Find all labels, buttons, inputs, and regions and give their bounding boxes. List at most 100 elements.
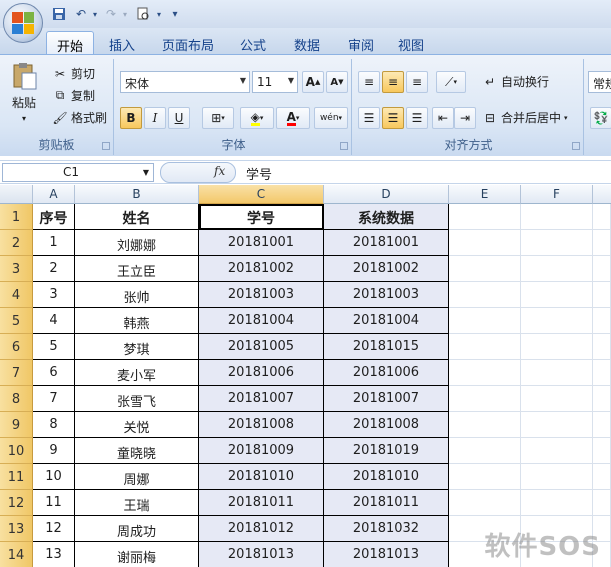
table-cell[interactable]: 20181013 [199,542,324,567]
tab-home[interactable]: 开始 [46,31,94,55]
table-cell[interactable] [593,360,611,386]
table-cell[interactable] [521,360,593,386]
align-left-button[interactable]: ☰ [358,107,380,129]
table-cell[interactable] [449,360,521,386]
increase-indent-button[interactable]: ⇥ [454,107,476,129]
table-cell[interactable]: 梦琪 [75,334,199,360]
column-header-c[interactable]: C [199,185,324,204]
table-cell[interactable] [449,334,521,360]
phonetic-button[interactable]: wén ▾ [314,107,348,129]
office-button[interactable] [3,3,43,43]
name-box[interactable]: C1 ▼ [2,163,154,182]
table-cell[interactable]: 20181002 [199,256,324,282]
table-cell[interactable]: 20181011 [199,490,324,516]
row-header[interactable]: 13 [0,516,33,542]
clipboard-expand-icon[interactable] [102,142,110,150]
table-cell[interactable]: 2 [33,256,75,282]
customize-icon[interactable]: ▾ [166,5,184,23]
save-icon[interactable] [50,5,68,23]
table-cell[interactable] [593,204,611,230]
table-cell[interactable] [521,334,593,360]
table-cell[interactable]: 20181005 [199,334,324,360]
cut-button[interactable]: ✂ 剪切 [52,65,95,82]
table-cell[interactable]: 20181010 [324,464,449,490]
table-cell[interactable]: 20181008 [199,412,324,438]
table-cell[interactable] [521,308,593,334]
font-color-button[interactable]: A ▾ [276,107,310,129]
table-cell[interactable]: 9 [33,438,75,464]
table-cell[interactable] [521,230,593,256]
tab-formulas[interactable]: 公式 [230,31,276,54]
table-cell[interactable] [449,438,521,464]
table-cell[interactable]: 刘娜娜 [75,230,199,256]
table-cell[interactable]: 3 [33,282,75,308]
column-header-a[interactable]: A [33,185,75,204]
table-cell[interactable]: 1 [33,230,75,256]
table-cell[interactable] [593,464,611,490]
table-cell[interactable]: 20181002 [324,256,449,282]
table-cell[interactable] [449,412,521,438]
table-cell[interactable]: 周成功 [75,516,199,542]
format-painter-button[interactable]: 🖌 格式刷 [52,109,107,126]
row-header[interactable]: 3 [0,256,33,282]
tab-insert[interactable]: 插入 [100,31,144,54]
table-cell[interactable]: 7 [33,386,75,412]
table-cell[interactable] [449,386,521,412]
table-cell[interactable] [593,282,611,308]
table-cell[interactable]: 20181008 [324,412,449,438]
table-cell[interactable]: 20181010 [199,464,324,490]
table-cell[interactable]: 王瑞 [75,490,199,516]
tab-page-layout[interactable]: 页面布局 [154,31,222,54]
fill-color-button[interactable]: ◈ ▾ [240,107,274,129]
row-header[interactable]: 5 [0,308,33,334]
border-button[interactable]: ⊞ ▾ [202,107,234,129]
row-header[interactable]: 7 [0,360,33,386]
table-cell[interactable]: 5 [33,334,75,360]
table-cell[interactable]: 20181006 [199,360,324,386]
align-center-button[interactable]: ☰ [382,107,404,129]
align-right-button[interactable]: ☰ [406,107,428,129]
table-cell[interactable] [449,308,521,334]
font-size-select[interactable]: 11 ▼ [252,71,298,93]
table-cell[interactable]: 13 [33,542,75,567]
table-cell[interactable]: 20181012 [199,516,324,542]
table-cell[interactable]: 20181004 [324,308,449,334]
table-cell[interactable]: 8 [33,412,75,438]
table-cell[interactable]: 12 [33,516,75,542]
table-cell[interactable] [449,256,521,282]
wrap-text-button[interactable]: ↵ 自动换行 [482,73,549,90]
font-name-select[interactable]: 宋体 ▼ [120,71,250,93]
table-cell[interactable] [521,386,593,412]
row-header[interactable]: 14 [0,542,33,567]
grow-font-button[interactable]: A ▲ [302,71,324,93]
table-cell[interactable] [521,412,593,438]
table-cell[interactable]: 20181019 [324,438,449,464]
header-cell[interactable]: 系统数据 [324,204,449,230]
table-cell[interactable]: 20181009 [199,438,324,464]
select-all-corner[interactable] [0,185,33,204]
table-cell[interactable] [593,386,611,412]
table-cell[interactable]: 20181007 [199,386,324,412]
column-header-b[interactable]: B [75,185,199,204]
table-cell[interactable]: 童晓晓 [75,438,199,464]
italic-button[interactable]: I [144,107,166,129]
table-cell[interactable]: 20181001 [199,230,324,256]
table-cell[interactable]: 谢丽梅 [75,542,199,567]
table-cell[interactable] [521,282,593,308]
table-cell[interactable]: 20181013 [324,542,449,567]
row-header[interactable]: 10 [0,438,33,464]
table-cell[interactable]: 4 [33,308,75,334]
table-cell[interactable] [521,256,593,282]
table-cell[interactable]: 20181001 [324,230,449,256]
table-cell[interactable]: 麦小军 [75,360,199,386]
copy-button[interactable]: ⧉ 复制 [52,87,95,104]
table-cell[interactable] [449,230,521,256]
tab-view[interactable]: 视图 [388,31,434,54]
underline-button[interactable]: U [168,107,190,129]
table-cell[interactable]: 韩燕 [75,308,199,334]
table-cell[interactable] [593,490,611,516]
redo-dropdown-icon[interactable]: ▾ [116,5,134,23]
formula-input[interactable]: 学号 [246,164,272,183]
table-cell[interactable] [521,438,593,464]
table-cell[interactable]: 11 [33,490,75,516]
